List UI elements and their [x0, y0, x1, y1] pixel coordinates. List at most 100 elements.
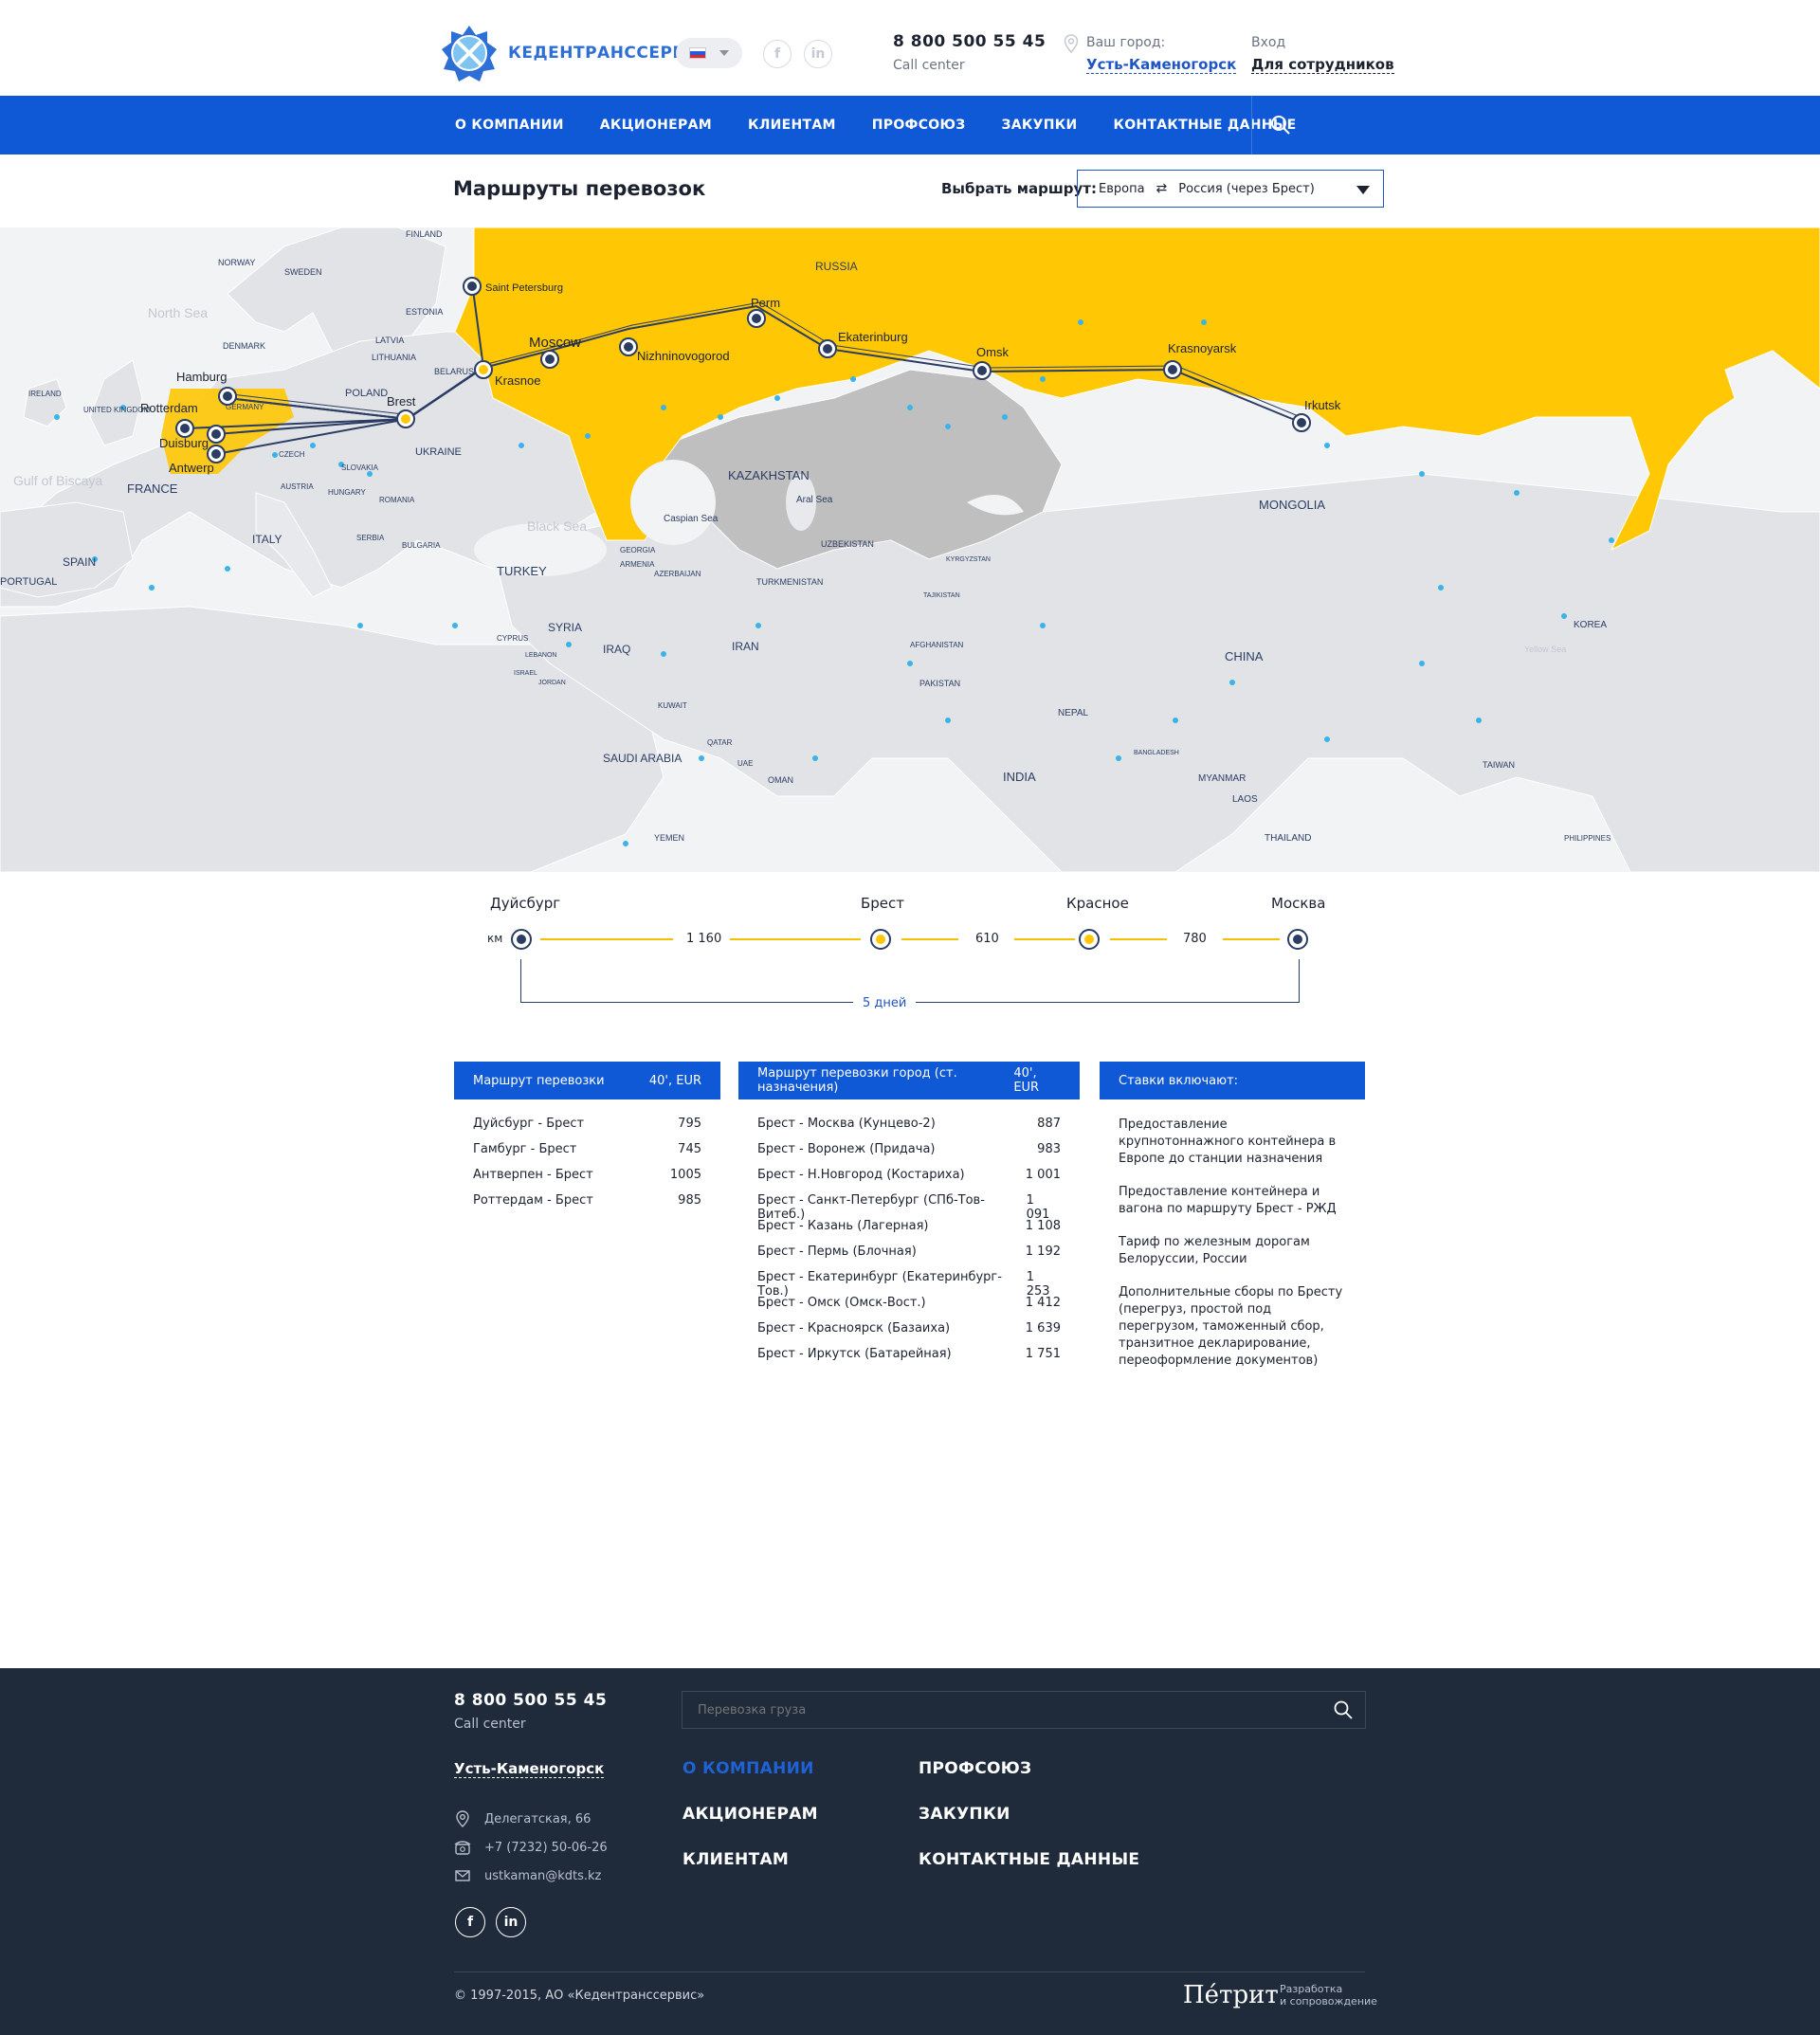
map-stop-krasnoyarsk: Krasnoyarsk	[1168, 341, 1237, 355]
map-label: UAE	[737, 759, 753, 768]
map-label: TAIWAN	[1483, 760, 1515, 770]
header-phone[interactable]: 8 800 500 55 45	[893, 32, 1046, 51]
map-stop-antwerp: Antwerp	[169, 461, 214, 475]
map-label: GERMANY	[226, 403, 264, 411]
city-label: Ваш город:	[1086, 35, 1166, 50]
table-header: Маршрут перевозки 40', EUR	[454, 1062, 720, 1099]
facebook-icon[interactable]: f	[763, 40, 792, 68]
map-label: BELARUS	[434, 367, 474, 376]
table-row: Брест - Пермь (Блочная) 1 192	[757, 1245, 1061, 1270]
footer-tel-text[interactable]: +7 (7232) 50-06-26	[484, 1841, 608, 1855]
footer-nav-union[interactable]: ПРОФСОЮЗ	[919, 1759, 1031, 1778]
map-sea-label: Gulf of Biscaya	[13, 473, 102, 488]
staff-login-link[interactable]: Для сотрудников	[1251, 56, 1394, 74]
map-label: AZERBAIJAN	[654, 570, 701, 578]
map-label: CHINA	[1225, 649, 1264, 663]
nav-item-contacts[interactable]: КОНТАКТНЫЕ ДАННЫЕ	[1113, 118, 1296, 133]
map-label: BANGLADESH	[1134, 750, 1179, 756]
copyright: © 1997-2015, АО «Кедентранссервис»	[454, 1989, 705, 2003]
table-brest-russia: Маршрут перевозки город (ст. назначения)…	[738, 1062, 1080, 1372]
table-cell-route: Брест - Иркутск (Батарейная)	[757, 1347, 952, 1361]
map-label: FRANCE	[127, 481, 178, 496]
map-label: ITALY	[252, 533, 282, 546]
footer-nav-about[interactable]: О КОМПАНИИ	[682, 1759, 814, 1778]
map-label: POLAND	[345, 388, 388, 399]
table-cell-price: 887	[1037, 1117, 1061, 1131]
header: КЕДЕНТРАНССЕРВИС f in 8 800 500 55 45 Ca…	[0, 0, 1820, 96]
footer-nav-shareholders[interactable]: АКЦИОНЕРАМ	[682, 1805, 818, 1824]
map-sea-label: North Sea	[148, 305, 208, 320]
developer-logo[interactable]: Пéтрит	[1183, 1981, 1279, 2009]
footer-email[interactable]: ustkaman@kdts.kz	[454, 1867, 601, 1884]
map-label: GEORGIA	[620, 546, 656, 554]
timeline-segment	[1110, 938, 1167, 940]
timeline-node	[1287, 929, 1308, 950]
footer-email-text[interactable]: ustkaman@kdts.kz	[484, 1869, 601, 1883]
rate-item: Предоставление крупнотоннажного контейне…	[1119, 1117, 1337, 1166]
map-label: MYANMAR	[1198, 773, 1246, 784]
footer-nav-clients[interactable]: КЛИЕНТАМ	[682, 1850, 789, 1869]
route-timeline: Дуйсбург Брест Красное Москва км 1 160 6…	[0, 872, 1820, 1033]
table-cell-price: 1 108	[1025, 1219, 1061, 1233]
footer-tel[interactable]: +7 (7232) 50-06-26	[454, 1839, 608, 1856]
search-icon[interactable]	[1270, 115, 1291, 136]
timeline-distance: 1 160	[686, 932, 722, 946]
map-label: PHILIPPINES	[1564, 834, 1611, 843]
nav-item-procurement[interactable]: ЗАКУПКИ	[1001, 118, 1077, 133]
city-selector[interactable]: Усть-Каменогорск	[1086, 56, 1237, 74]
developer-caption: Разработка и сопровождение	[1280, 1983, 1377, 2008]
footer-nav-contacts[interactable]: КОНТАКТНЫЕ ДАННЫЕ	[919, 1850, 1139, 1869]
map-label: IRAN	[732, 640, 759, 653]
timeline-distance: 780	[1183, 932, 1207, 946]
timeline-station: Дуйсбург	[490, 895, 561, 912]
map-stop-ekaterinburg: Ekaterinburg	[838, 330, 908, 344]
rate-item: Предоставление контейнера и вагона по ма…	[1119, 1185, 1337, 1216]
timeline-segment	[1014, 938, 1075, 940]
table-header-route: Маршрут перевозки город (ст. назначения)	[757, 1066, 957, 1095]
nav-item-clients[interactable]: КЛИЕНТАМ	[748, 118, 836, 133]
table-header-price: 40', EUR	[1013, 1066, 1040, 1095]
nav-item-shareholders[interactable]: АКЦИОНЕРАМ	[600, 118, 712, 133]
table-row: Брест - Екатеринбург (Екатеринбург-Тов.)…	[757, 1270, 1061, 1299]
nav-item-union[interactable]: ПРОФСОЮЗ	[872, 118, 966, 133]
map-label: IRELAND	[28, 390, 62, 398]
table-cell-price: 1005	[669, 1168, 701, 1182]
footer-nav-procurement[interactable]: ЗАКУПКИ	[919, 1805, 1010, 1824]
table-row: Брест - Москва (Кунцево-2) 887	[757, 1117, 1061, 1142]
map-label: HUNGARY	[328, 488, 367, 497]
route-select[interactable]: Европа ⇄ Россия (через Брест)	[1077, 170, 1384, 208]
facebook-icon[interactable]: f	[455, 1907, 485, 1937]
footer-city-selector[interactable]: Усть-Каменогорск	[454, 1760, 605, 1778]
footer-phone[interactable]: 8 800 500 55 45	[454, 1691, 607, 1710]
table-cell-price: 1 751	[1025, 1347, 1061, 1361]
map-label: SAUDI ARABIA	[603, 752, 682, 765]
table-cell-price: 985	[678, 1193, 701, 1208]
footer-divider	[454, 1971, 1365, 1972]
table-header: Ставки включают:	[1100, 1062, 1365, 1099]
flag-ru-icon	[689, 47, 706, 59]
nav-item-about[interactable]: О КОМПАНИИ	[455, 118, 564, 133]
linkedin-icon[interactable]: in	[804, 40, 832, 68]
header-call-center: Call center	[893, 58, 965, 73]
table-cell-route: Брест - Москва (Кунцево-2)	[757, 1117, 936, 1131]
linkedin-icon[interactable]: in	[496, 1907, 526, 1937]
route-from: Европа	[1099, 181, 1145, 196]
footer-search-input[interactable]	[682, 1691, 1366, 1729]
search-icon[interactable]	[1334, 1700, 1353, 1719]
map-stop-nizhninovgorod: Nizhninovogorod	[637, 349, 730, 363]
login-label: Вход	[1251, 35, 1286, 50]
table-row: Брест - Санкт-Петербург (СПб-Тов-Витеб.)…	[757, 1193, 1061, 1222]
mail-icon	[455, 1870, 470, 1881]
language-select[interactable]	[676, 38, 742, 68]
route-map[interactable]: Hamburg Rotterdam Duisburg Antwerp Brest…	[0, 227, 1820, 872]
map-label: THAILAND	[1265, 833, 1311, 844]
map-label: LATVIA	[375, 336, 404, 345]
logo[interactable]: КЕДЕНТРАНССЕРВИС	[440, 24, 712, 82]
map-canvas: Hamburg Rotterdam Duisburg Antwerp Brest…	[0, 227, 1820, 872]
map-label: IRAQ	[603, 643, 630, 656]
map-sea-label: Yellow Sea	[1524, 645, 1566, 654]
map-label: PORTUGAL	[0, 576, 57, 588]
map-label: CZECH	[279, 450, 305, 459]
map-label: TURKMENISTAN	[756, 577, 823, 587]
table-header-title: Ставки включают:	[1119, 1073, 1239, 1088]
